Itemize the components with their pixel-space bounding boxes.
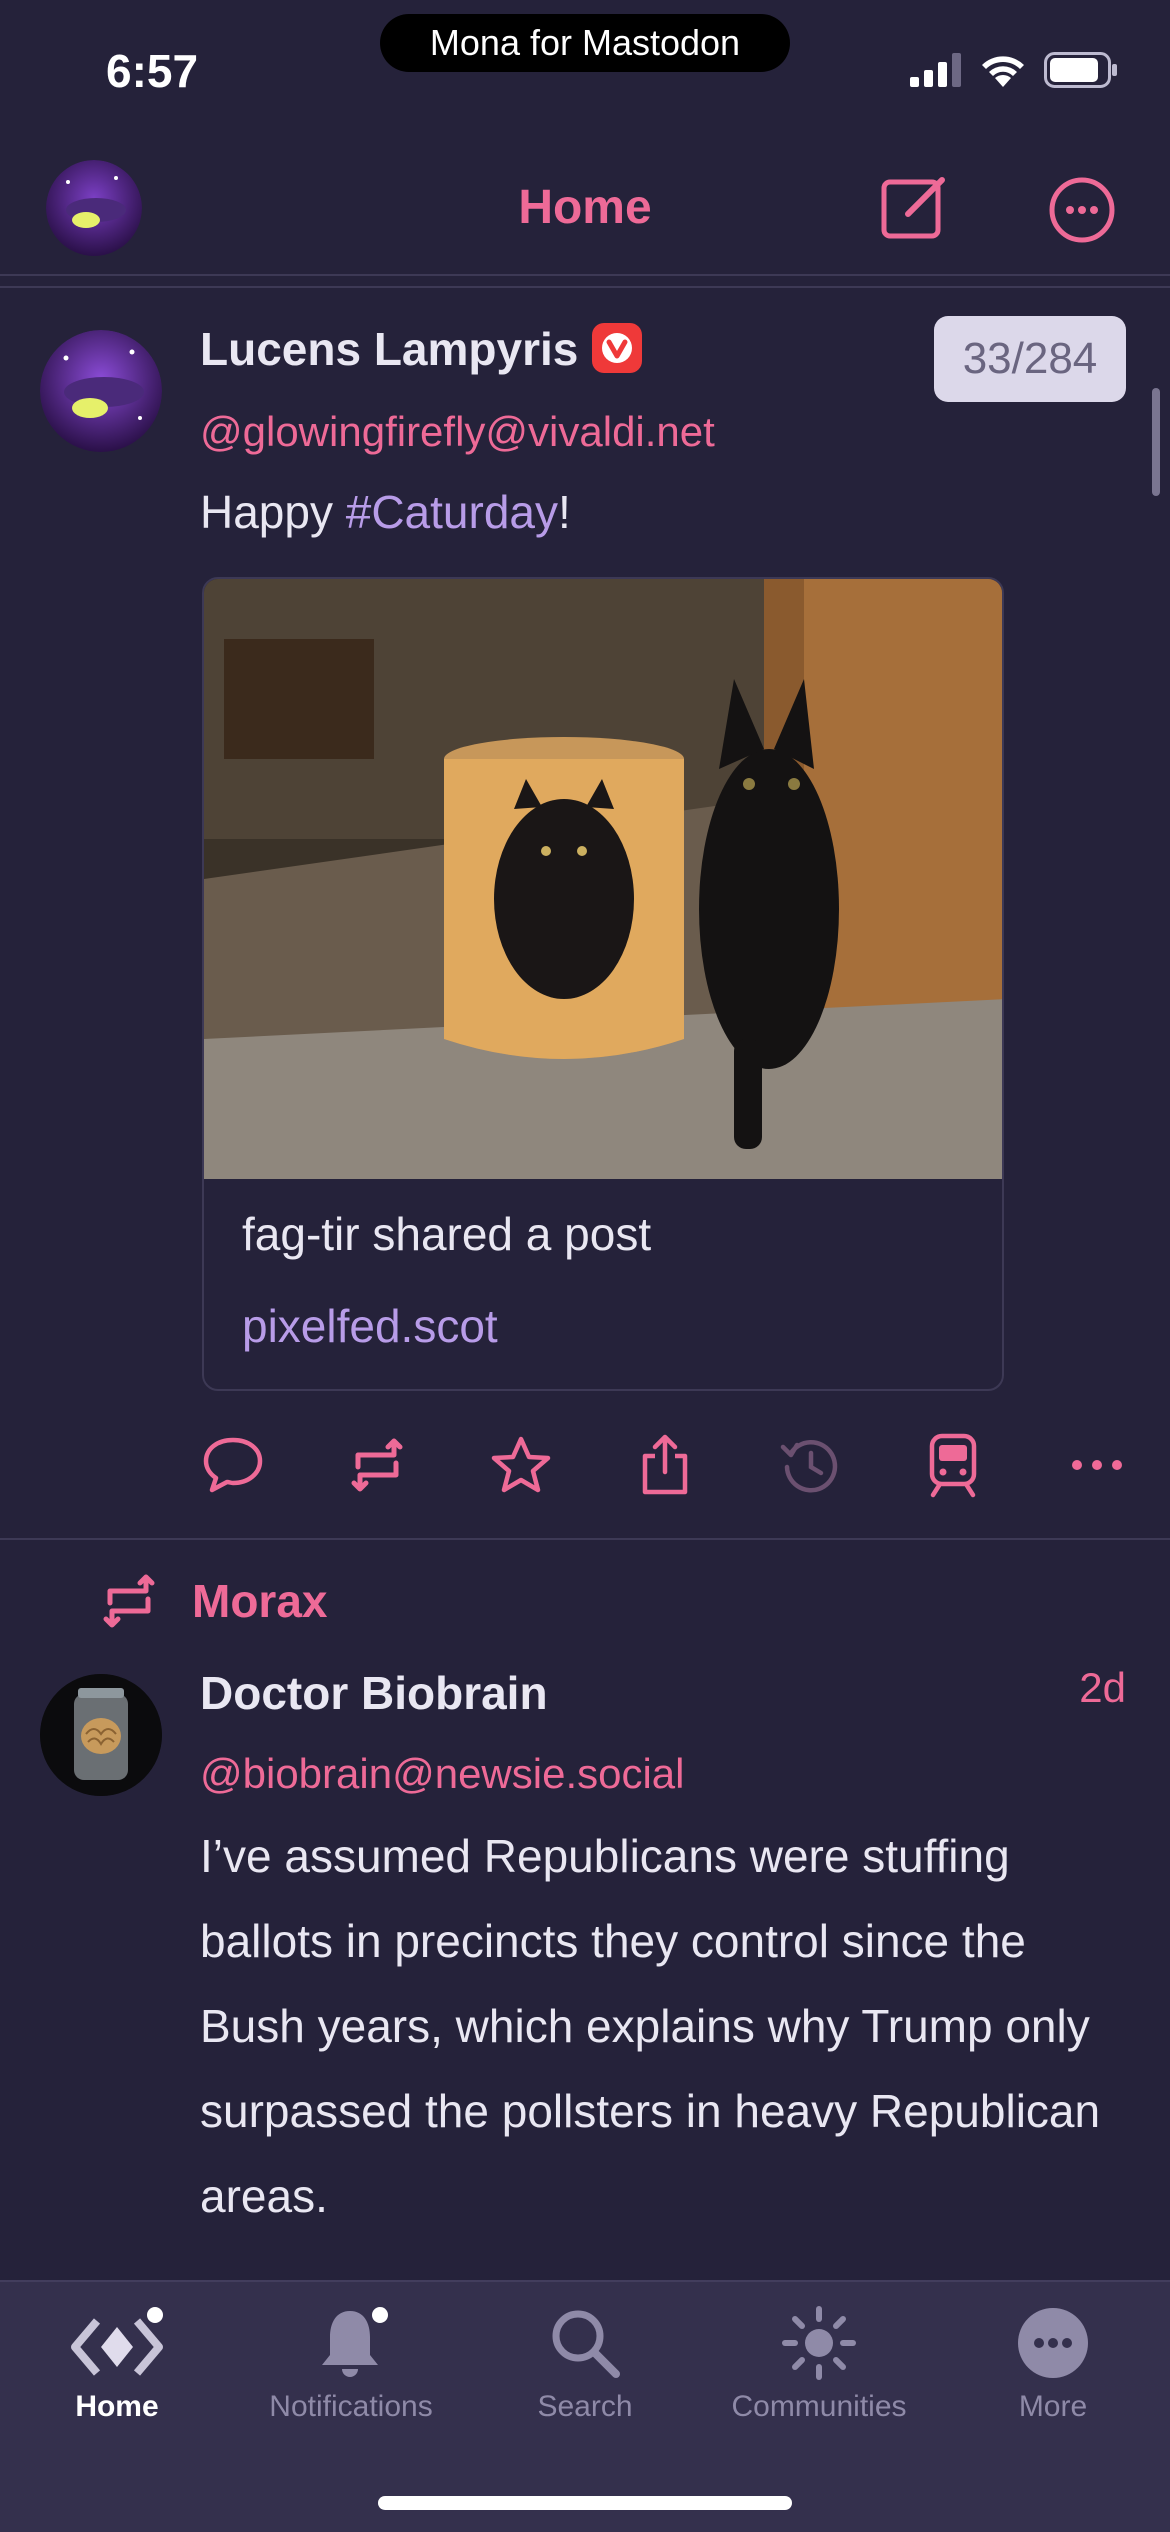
cellular-signal-icon xyxy=(910,53,961,87)
tab-label: Communities xyxy=(731,2390,907,2423)
tab-search[interactable]: Search xyxy=(468,2300,702,2430)
display-name[interactable]: Doctor Biobrain xyxy=(200,1666,548,1720)
history-icon xyxy=(780,1440,838,1493)
nav-header: Home xyxy=(0,140,1170,276)
share-button[interactable] xyxy=(630,1430,700,1500)
reply-icon xyxy=(203,1437,263,1493)
display-name-text: Lucens Lampyris xyxy=(200,323,579,375)
tab-bar: Home Notifications Search Communities Mo… xyxy=(0,2280,1170,2532)
sun-icon xyxy=(782,2306,856,2380)
hashtag-link[interactable]: #Caturday xyxy=(346,486,558,538)
display-name[interactable]: Lucens Lampyris xyxy=(200,322,643,376)
divider xyxy=(0,286,1170,288)
boosted-by-row[interactable]: Morax xyxy=(96,1566,327,1636)
share-icon xyxy=(642,1434,688,1495)
status-bar: 6:57 Mona for Mastodon xyxy=(0,0,1170,140)
post-actions xyxy=(0,1430,1170,1500)
more-circle-icon xyxy=(1049,177,1115,243)
train-button[interactable] xyxy=(918,1430,988,1500)
search-icon xyxy=(552,2310,620,2378)
tab-label: Home xyxy=(75,2390,159,2423)
post-text: Happy xyxy=(200,486,346,538)
post-content: Happy #Caturday! xyxy=(200,470,1130,555)
compose-icon xyxy=(881,177,945,239)
post-content: I’ve assumed Republicans were stuffing b… xyxy=(200,1830,1101,2222)
vivaldi-badge-icon xyxy=(592,323,643,373)
train-icon xyxy=(929,1433,977,1498)
tab-communities[interactable]: Communities xyxy=(702,2300,936,2430)
page-title: Home xyxy=(518,181,652,234)
reply-button[interactable] xyxy=(198,1430,268,1500)
more-options-button[interactable] xyxy=(1048,176,1116,244)
link-preview-card[interactable]: fag-tir shared a post pixelfed.scot xyxy=(202,577,1004,1391)
favorite-button[interactable] xyxy=(486,1430,556,1500)
app-name-pill: Mona for Mastodon xyxy=(380,14,790,72)
tab-label: Search xyxy=(537,2390,633,2423)
bell-icon xyxy=(322,2307,388,2377)
boost-button[interactable] xyxy=(342,1430,412,1500)
battery-icon xyxy=(1044,52,1117,88)
tab-label: More xyxy=(1018,2390,1088,2423)
status-time: 6:57 xyxy=(106,45,199,97)
tab-home[interactable]: Home xyxy=(0,2300,234,2430)
divider xyxy=(0,1538,1170,1540)
post-time: 2d xyxy=(1079,1664,1126,1711)
post-text-end: ! xyxy=(557,486,571,538)
home-icon xyxy=(71,2307,163,2376)
more-icon xyxy=(1018,2308,1088,2378)
favorite-icon xyxy=(491,1436,551,1493)
post-more-button[interactable] xyxy=(1062,1430,1132,1500)
boost-icon xyxy=(351,1438,403,1492)
card-title: fag-tir shared a post xyxy=(242,1208,652,1260)
compose-button[interactable] xyxy=(880,172,950,242)
author-handle[interactable]: @glowingfirefly@vivaldi.net xyxy=(200,408,715,456)
wifi-icon xyxy=(982,56,1024,87)
tab-notifications[interactable]: Notifications xyxy=(234,2300,468,2430)
post-counter-badge: 33/284 xyxy=(934,316,1126,402)
author-avatar[interactable] xyxy=(40,1674,162,1796)
author-avatar[interactable] xyxy=(40,330,162,452)
scrollbar[interactable] xyxy=(1152,388,1160,496)
ellipsis-icon xyxy=(1072,1460,1122,1470)
tab-label: Notifications xyxy=(269,2390,433,2423)
card-domain: pixelfed.scot xyxy=(242,1300,498,1352)
home-indicator xyxy=(378,2496,792,2510)
boost-icon xyxy=(103,1574,155,1628)
tab-more[interactable]: More xyxy=(936,2300,1170,2430)
screen: 6:57 Mona for Mastodon Home Lucens Lampy… xyxy=(0,0,1170,2532)
history-button[interactable] xyxy=(774,1430,844,1500)
card-image xyxy=(204,579,1002,1179)
status-icons xyxy=(910,52,1118,88)
boosted-by-name: Morax xyxy=(192,1575,328,1627)
author-handle[interactable]: @biobrain@newsie.social xyxy=(200,1750,685,1798)
